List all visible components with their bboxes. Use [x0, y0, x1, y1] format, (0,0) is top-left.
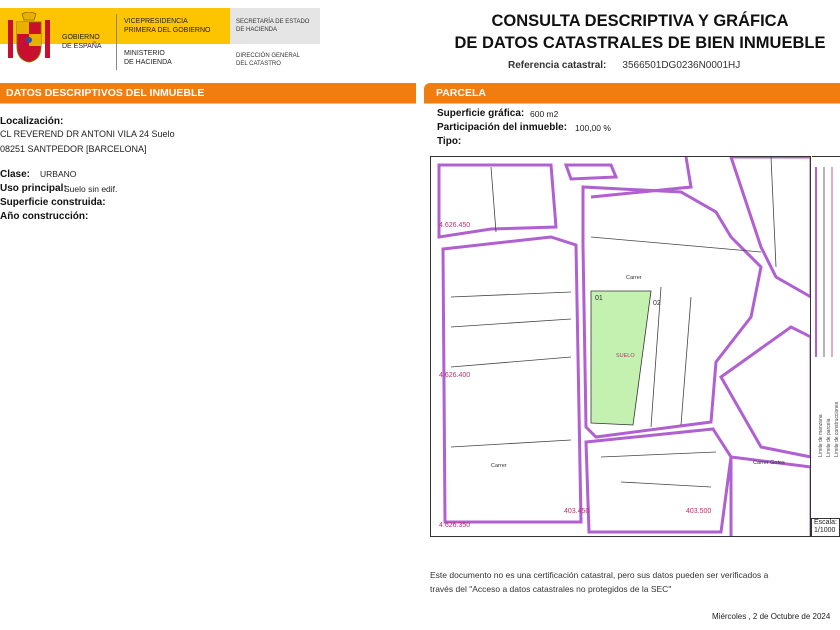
svg-text:02: 02 — [653, 300, 661, 307]
vicepresidencia-label: VICEPRESIDENCIA PRIMERA DEL GOBIERNO — [124, 18, 211, 34]
map-legend: Límite de manzana Límite de parcela Lími… — [812, 156, 840, 518]
referencia-label: Referencia catastral: — [508, 60, 607, 71]
localizacion-label: Localización: — [0, 116, 64, 127]
referencia-catastral: Referencia catastral: 3566501DG0236N0001H… — [508, 60, 740, 71]
svg-text:4.626.400: 4.626.400 — [439, 372, 470, 379]
logo-separator — [116, 14, 117, 70]
referencia-value: 3566501DG0236N0001HJ — [622, 60, 741, 71]
svg-text:Límite de construcciones: Límite de construcciones — [834, 401, 840, 457]
superficie-construida-label: Superficie construida: — [0, 197, 106, 208]
svg-text:403.500: 403.500 — [686, 508, 711, 515]
parcela-section-header: PARCELA — [424, 83, 840, 103]
uso-label: Uso principal: — [0, 183, 67, 194]
cadastral-map[interactable]: 4.626.450 4.626.400 4.626.350 403.450 40… — [430, 156, 811, 537]
svg-text:Carrer Gotes: Carrer Gotes — [753, 460, 785, 466]
svg-text:403.450: 403.450 — [564, 508, 589, 515]
superficie-grafica-label: Superficie gráfica: — [437, 108, 525, 119]
svg-text:01: 01 — [595, 295, 603, 302]
secretaria-label: SECRETARÍA DE ESTADO DE HACIENDA — [236, 19, 310, 33]
gobierno-label: GOBIERNO DE ESPAÑA — [62, 34, 102, 50]
address-line2: 08251 SANTPEDOR [BARCELONA] — [0, 144, 147, 154]
ministerio-label: MINISTERIO DE HACIENDA — [124, 50, 172, 66]
tipo-label: Tipo: — [437, 136, 462, 147]
coat-of-arms-icon — [8, 12, 50, 63]
map-scale: Escala: 1/1000 — [811, 518, 840, 537]
svg-text:SUELO: SUELO — [616, 353, 635, 359]
superficie-grafica-value: 600 m2 — [530, 109, 559, 119]
svg-text:Carrer: Carrer — [491, 463, 507, 469]
svg-text:Límite de manzana: Límite de manzana — [818, 414, 824, 457]
svg-text:Límite de parcela: Límite de parcela — [826, 418, 832, 457]
svg-text:4.626.450: 4.626.450 — [439, 222, 470, 229]
participacion-value: 100,00 % — [575, 123, 611, 133]
datos-section-header: DATOS DESCRIPTIVOS DEL INMUEBLE — [0, 83, 416, 103]
svg-text:4.626.350: 4.626.350 — [439, 522, 470, 529]
direccion-label: DIRECCIÓN GENERAL DEL CATASTRO — [236, 53, 301, 67]
ano-construccion-label: Año construcción: — [0, 211, 89, 222]
disclaimer-note: Este documento no es una certificación c… — [430, 570, 769, 594]
uso-value: Suelo sin edif. — [64, 184, 118, 194]
clase-label: Clase: — [0, 169, 31, 180]
footer-date: Miércoles , 2 de Octubre de 2024 — [712, 612, 831, 621]
svg-text:Carrer: Carrer — [626, 275, 642, 281]
participacion-label: Participación del inmueble: — [437, 122, 568, 133]
clase-value: URBANO — [40, 169, 77, 179]
page-title: CONSULTA DESCRIPTIVA Y GRÁFICA DE DATOS … — [454, 12, 826, 52]
address-line1: CL REVEREND DR ANTONI VILA 24 Suelo — [0, 129, 175, 139]
legend-drawing: Límite de manzana Límite de parcela Lími… — [815, 167, 840, 457]
map-drawing: 4.626.450 4.626.400 4.626.350 403.450 40… — [437, 157, 810, 536]
